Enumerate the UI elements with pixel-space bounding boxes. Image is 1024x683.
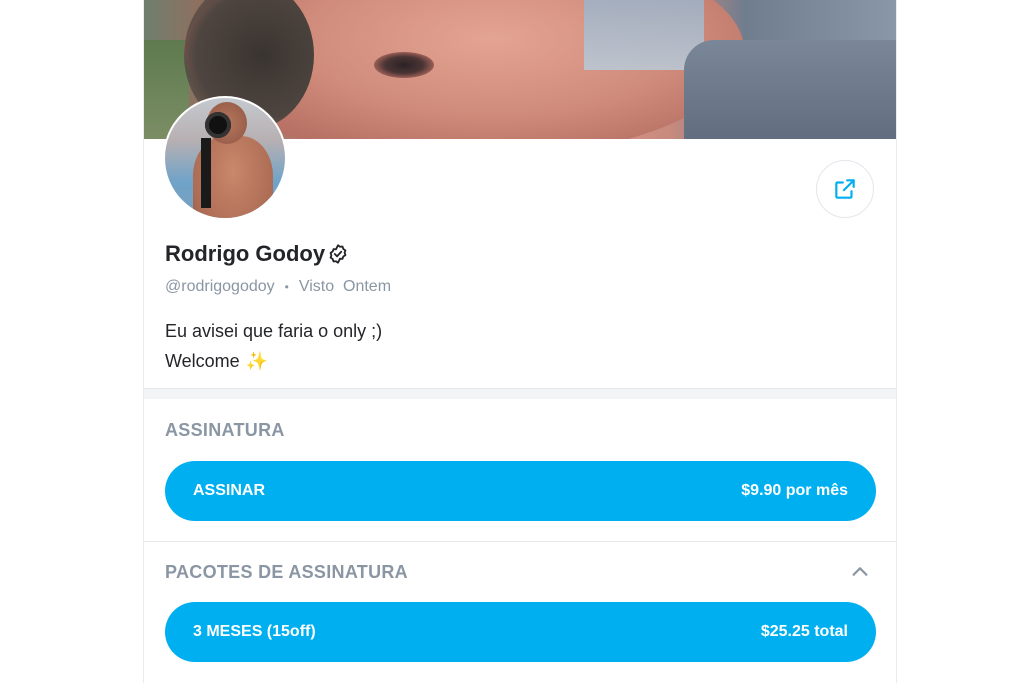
subscribe-button-price: $9.90 por mês	[741, 482, 848, 499]
bundle-button[interactable]: 3 MESES (15off) $25.25 total	[165, 602, 876, 662]
chevron-up-icon	[852, 567, 868, 576]
share-button[interactable]	[816, 160, 874, 218]
bio-text: Welcome	[165, 351, 240, 371]
profile-handle[interactable]: @rodrigogodoy	[165, 278, 275, 296]
avatar-photo	[165, 98, 285, 218]
section-divider	[144, 541, 896, 542]
bio-line: Welcome ✨	[165, 346, 382, 376]
share-icon	[835, 179, 855, 199]
collapse-bundles-button[interactable]	[848, 560, 872, 584]
last-seen: Visto Ontem	[298, 278, 392, 295]
bundle-label: 3 MESES (15off)	[193, 623, 316, 640]
profile-bio: Eu avisei que faria o only ;) Welcome ✨	[165, 316, 382, 376]
section-divider	[144, 388, 896, 399]
profile-card: Rodrigo Godoy @rodrigogodoy • Visto Onte…	[143, 0, 897, 683]
bundle-price: $25.25 total	[760, 623, 848, 640]
subscribe-button[interactable]: ASSINAR $9.90 por mês	[165, 461, 876, 521]
profile-meta: @rodrigogodoy • Visto Ontem	[165, 278, 391, 296]
avatar[interactable]	[163, 96, 287, 220]
verified-badge-icon	[327, 243, 349, 265]
sparkles-icon: ✨	[245, 351, 269, 371]
profile-name: Rodrigo Godoy	[165, 241, 326, 266]
bio-line: Eu avisei que faria o only ;)	[165, 321, 383, 341]
subscribe-button-label: ASSINAR	[193, 482, 266, 499]
bundles-section-title: PACOTES DE ASSINATURA	[165, 562, 408, 582]
subscription-section-title: ASSINATURA	[165, 420, 285, 440]
profile-name-row: Rodrigo Godoy	[165, 241, 349, 267]
meta-separator: •	[284, 280, 289, 294]
